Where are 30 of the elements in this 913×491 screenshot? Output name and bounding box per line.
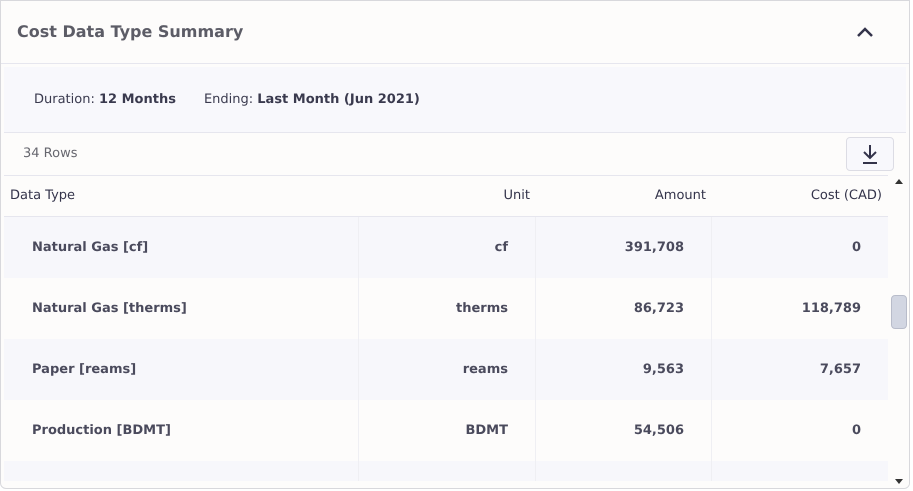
- chevron-up-icon: [856, 26, 874, 38]
- table-cell-text: 9,563: [642, 360, 685, 379]
- table-cell-text: Natural Gas [therms]: [31, 300, 187, 318]
- scroll-thumb[interactable]: [890, 294, 906, 328]
- table-cell-text: Paper [reams]: [31, 360, 136, 379]
- table-cell-text: cf: [494, 238, 510, 257]
- table-cell-text: 391,708: [624, 238, 685, 257]
- column-header[interactable]: Amount: [536, 186, 712, 206]
- column-header[interactable]: Unit: [359, 186, 536, 206]
- panel-title: Cost Data Type Summary: [17, 21, 244, 43]
- table-cell-text: 86,723: [634, 300, 685, 318]
- table-cell-text: 7,657: [820, 360, 862, 379]
- scroll-up-icon[interactable]: [894, 179, 902, 184]
- row-count: 34 Rows: [23, 145, 78, 164]
- scroll-down-icon[interactable]: [894, 479, 902, 484]
- download-icon: [860, 143, 880, 165]
- table-cell-text: 0: [852, 238, 862, 257]
- table-cell-text: therms: [456, 300, 509, 318]
- download-button[interactable]: [846, 137, 894, 171]
- table-cell-text: reams: [462, 360, 509, 379]
- column-header[interactable]: Cost (CAD): [712, 186, 888, 206]
- table-cell-text: Natural Gas [cf]: [31, 238, 148, 257]
- table-cell-text: 0: [852, 422, 862, 440]
- column-header[interactable]: Data Type: [4, 186, 359, 206]
- table-cell-text: 118,789: [802, 300, 862, 318]
- filter-text: Ending: Last Month (Jun 2021): [204, 90, 420, 109]
- table-cell-text: 54,506: [634, 422, 685, 440]
- table-cell-text: Production [BDMT]: [31, 422, 171, 440]
- filter-text: Duration: 12 Months: [34, 90, 176, 109]
- table-cell-text: BDMT: [465, 422, 509, 440]
